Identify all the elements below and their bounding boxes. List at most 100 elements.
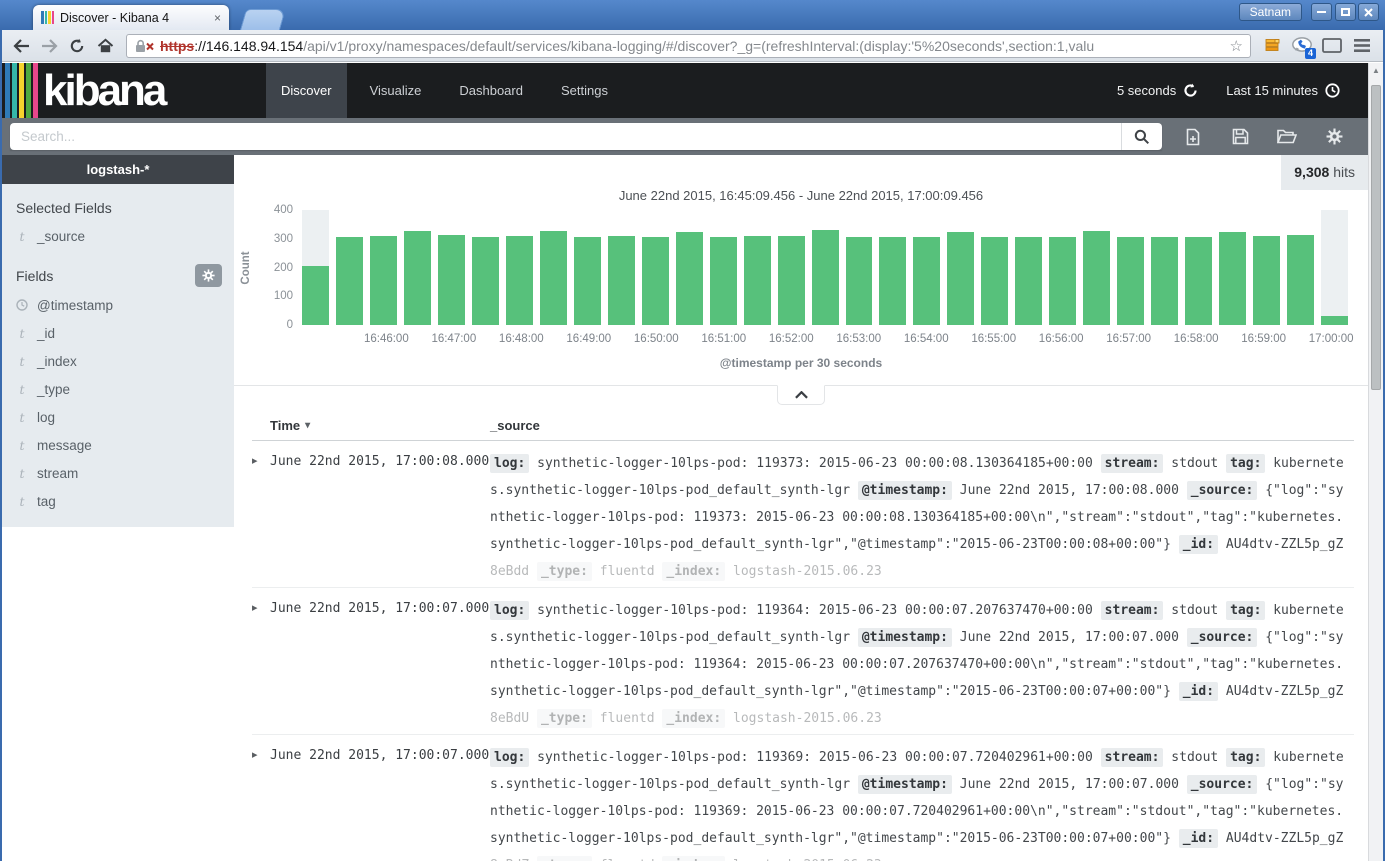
field-badge: _type: [537,562,592,581]
histogram-slot [1083,210,1110,325]
y-tick-label: 100 [259,290,293,302]
expand-row-icon[interactable]: ▸ [252,744,270,861]
table-row: ▸June 22nd 2015, 17:00:08.000log: synthe… [252,441,1354,588]
refresh-interval-button[interactable]: 5 seconds [1117,83,1198,98]
histogram-bar[interactable] [1151,237,1178,325]
home-button[interactable] [92,33,118,59]
histogram-bar[interactable] [981,237,1008,325]
histogram-bar[interactable] [879,237,906,325]
histogram-slot [1117,210,1144,325]
nav-link-visualize[interactable]: Visualize [355,63,437,118]
bookmark-star-icon[interactable]: ☆ [1226,37,1243,55]
field-sidebar: logstash-* Selected Fields t_source Fiel… [2,155,234,527]
field-item-type[interactable]: t_type [16,375,222,403]
open-search-button[interactable] [1277,127,1297,147]
histogram-bar[interactable] [1083,231,1110,325]
window-maximize-button[interactable] [1335,3,1356,21]
field-item-log[interactable]: tlog [16,403,222,431]
histogram-slot [981,210,1008,325]
histogram-bar[interactable] [506,236,533,325]
url-bar[interactable]: https://146.148.94.154/api/v1/proxy/name… [126,34,1251,58]
histogram-bar[interactable] [540,231,567,325]
extension-notes-button[interactable] [1257,33,1287,59]
hits-label: hits [1333,164,1355,180]
histogram-bar[interactable] [846,237,873,325]
sort-descending-icon[interactable]: ▾ [305,420,310,431]
save-search-button[interactable] [1230,127,1250,147]
expand-row-icon[interactable]: ▸ [252,450,270,587]
histogram-bar[interactable] [608,236,635,325]
field-item-source[interactable]: t_source [16,222,222,250]
histogram-bar[interactable] [1253,236,1280,325]
chart-divider [234,385,1368,406]
field-item-id[interactable]: t_id [16,319,222,347]
nav-link-dashboard[interactable]: Dashboard [444,63,538,118]
voice-extension-button[interactable]: 4 [1287,33,1317,59]
scrollbar-up-arrow-icon[interactable]: ▲ [1369,63,1383,79]
settings-button[interactable] [1324,127,1344,147]
histogram-bar[interactable] [336,237,363,325]
nav-link-settings[interactable]: Settings [546,63,623,118]
minimize-icon [1317,11,1326,13]
histogram-bar[interactable] [1185,237,1212,325]
histogram-bar[interactable] [1015,237,1042,325]
forward-button[interactable] [36,33,62,59]
scrollbar-thumb[interactable] [1371,85,1381,390]
field-settings-button[interactable] [195,264,222,287]
expand-row-icon[interactable]: ▸ [252,597,270,734]
string-field-icon: t [16,326,28,341]
table-rows: ▸June 22nd 2015, 17:00:08.000log: synthe… [252,441,1354,861]
page-scrollbar[interactable]: ▲ [1368,63,1383,861]
field-item-timestamp[interactable]: @timestamp [16,291,222,319]
time-range-button[interactable]: Last 15 minutes [1226,83,1340,98]
histogram-bar[interactable] [642,237,669,325]
histogram-bar[interactable] [438,235,465,325]
histogram-bar[interactable] [1287,235,1314,325]
histogram-bar[interactable] [744,236,771,325]
browser-profile-button[interactable]: Satnam [1239,3,1302,21]
histogram-bar[interactable] [1049,237,1076,325]
browser-tab[interactable]: Discover - Kibana 4 × [33,5,229,30]
histogram-bar[interactable] [1117,237,1144,325]
histogram-bar[interactable] [913,237,940,325]
back-button[interactable] [8,33,34,59]
window-minimize-button[interactable] [1311,3,1332,21]
row-source[interactable]: log: synthetic-logger-10lps-pod: 119369:… [490,744,1354,861]
histogram-bar[interactable] [778,236,805,325]
histogram-bar[interactable] [302,266,329,325]
x-tick-label: 16:51:00 [701,333,746,345]
histogram-slot [1049,210,1076,325]
cast-extension-button[interactable] [1317,33,1347,59]
search-submit-button[interactable] [1121,123,1162,150]
histogram-bar[interactable] [1219,232,1246,325]
histogram-bar[interactable] [676,232,703,325]
time-column-header[interactable]: Time ▾ [252,418,490,433]
field-item-index[interactable]: t_index [16,347,222,375]
histogram-bar[interactable] [947,232,974,325]
discover-content: logstash-* Selected Fields t_source Fiel… [2,155,1368,861]
histogram-bar[interactable] [812,230,839,325]
row-source[interactable]: log: synthetic-logger-10lps-pod: 119364:… [490,597,1354,734]
collapse-chart-button[interactable] [777,385,825,405]
histogram-bar[interactable] [574,237,601,325]
row-source[interactable]: log: synthetic-logger-10lps-pod: 119373:… [490,450,1354,587]
histogram-bar[interactable] [1321,316,1348,325]
new-tab-button[interactable] [240,9,286,30]
x-tick-label: 16:54:00 [904,333,949,345]
histogram-bar[interactable] [472,237,499,325]
new-search-button[interactable] [1183,127,1203,147]
search-input[interactable] [10,123,1121,150]
y-tick-label: 300 [259,233,293,245]
window-close-button[interactable] [1358,3,1379,21]
tab-close-icon[interactable]: × [210,11,221,25]
histogram-bar[interactable] [370,236,397,325]
nav-link-discover[interactable]: Discover [266,63,347,118]
reload-button[interactable] [64,33,90,59]
browser-menu-button[interactable] [1347,33,1377,59]
histogram-bar[interactable] [710,237,737,325]
field-item-stream[interactable]: tstream [16,459,222,487]
histogram-bar[interactable] [404,231,431,325]
index-pattern[interactable]: logstash-* [2,155,234,184]
field-item-message[interactable]: tmessage [16,431,222,459]
field-item-tag[interactable]: ttag [16,487,222,515]
